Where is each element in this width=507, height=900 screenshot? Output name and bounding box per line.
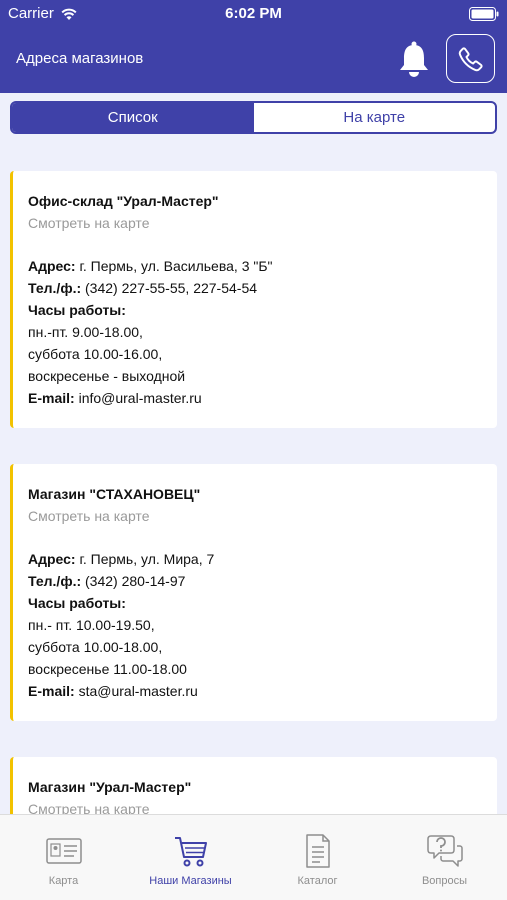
address-line: Адрес: г. Пермь, ул. Васильева, 3 "Б" (28, 255, 481, 277)
hours-label: Часы работы: (28, 302, 126, 318)
hours-line: воскресенье - выходной (28, 368, 186, 384)
page-title: Адреса магазинов (16, 50, 144, 67)
store-name: Магазин "СТАХАНОВЕЦ" (28, 486, 201, 502)
hours-line: воскресенье 11.00-18.00 (28, 661, 187, 677)
document-list-icon (306, 834, 330, 868)
view-on-map-link[interactable]: Смотреть на карте (28, 506, 481, 526)
phone-label: Тел./ф.: (28, 280, 82, 296)
tab-our-stores[interactable]: Наши Магазины (127, 815, 254, 900)
store-name: Магазин "Урал-Мастер" (28, 779, 192, 795)
store-card: Офис-склад "Урал-Мастер" Смотреть на кар… (10, 171, 497, 428)
store-card: Магазин "Урал-Мастер" Смотреть на карте (10, 757, 497, 814)
cart-icon (175, 837, 207, 867)
tab-questions[interactable]: Вопросы (381, 815, 507, 900)
store-details: Адрес: г. Пермь, ул. Мира, 7 Тел./ф.: (3… (28, 548, 481, 702)
view-on-map-link[interactable]: Смотреть на карте (28, 799, 481, 814)
hours-line: пн.-пт. 9.00-18.00, (28, 324, 143, 340)
id-card-icon (46, 838, 82, 864)
battery-icon (469, 7, 499, 21)
segment-map[interactable]: На карте (254, 103, 496, 132)
hours-line: пн.- пт. 10.00-19.50, (28, 617, 155, 633)
email-label: E-mail: (28, 390, 75, 406)
address-label: Адрес: (28, 551, 76, 567)
phone-value: (342) 227-55-55, 227-54-54 (85, 280, 258, 296)
question-bubble-icon (427, 835, 463, 867)
store-name: Офис-склад "Урал-Мастер" (28, 193, 219, 209)
bell-icon[interactable] (396, 40, 432, 78)
address-value: г. Пермь, ул. Мира, 7 (79, 551, 215, 567)
hours-line: суббота 10.00-16.00, (28, 346, 163, 362)
phone-label: Тел./ф.: (28, 573, 82, 589)
email-line: E-mail: sta@ural-master.ru (28, 680, 481, 702)
store-details: Адрес: г. Пермь, ул. Васильева, 3 "Б" Те… (28, 255, 481, 409)
app-header: Carrier 6:02 PM Адреса магазинов (0, 0, 507, 93)
tab-label: Вопросы (421, 875, 468, 887)
phone-line: Тел./ф.: (342) 280-14-97 (28, 570, 481, 592)
email-value: info@ural-master.ru (78, 390, 202, 406)
hours-label: Часы работы: (28, 595, 126, 611)
tab-label: Каталог (297, 875, 338, 887)
store-list[interactable]: Офис-склад "Урал-Мастер" Смотреть на кар… (0, 134, 507, 814)
tab-catalog[interactable]: Каталог (254, 815, 381, 900)
email-line: E-mail: info@ural-master.ru (28, 387, 481, 409)
status-bar: Carrier 6:02 PM (0, 0, 507, 28)
phone-value: (342) 280-14-97 (85, 573, 186, 589)
email-value: sta@ural-master.ru (78, 683, 198, 699)
address-value: г. Пермь, ул. Васильева, 3 "Б" (79, 258, 273, 274)
hours-line: суббота 10.00-18.00, (28, 639, 163, 655)
phone-line: Тел./ф.: (342) 227-55-55, 227-54-54 (28, 277, 481, 299)
tab-label: Карта (48, 875, 79, 887)
segment-list[interactable]: Список (12, 103, 254, 132)
address-line: Адрес: г. Пермь, ул. Мира, 7 (28, 548, 481, 570)
tab-label: Наши Магазины (149, 875, 232, 887)
tab-bar: Карта Наши Магазины Каталог Вопросы (0, 814, 507, 900)
call-button[interactable] (446, 34, 495, 83)
address-label: Адрес: (28, 258, 76, 274)
view-on-map-link[interactable]: Смотреть на карте (28, 213, 481, 233)
status-time: 6:02 PM (225, 5, 282, 22)
tab-map[interactable]: Карта (0, 815, 127, 900)
store-card: Магазин "СТАХАНОВЕЦ" Смотреть на карте А… (10, 464, 497, 721)
phone-icon (458, 46, 483, 71)
email-label: E-mail: (28, 683, 75, 699)
view-switcher: Список На карте (10, 101, 497, 134)
